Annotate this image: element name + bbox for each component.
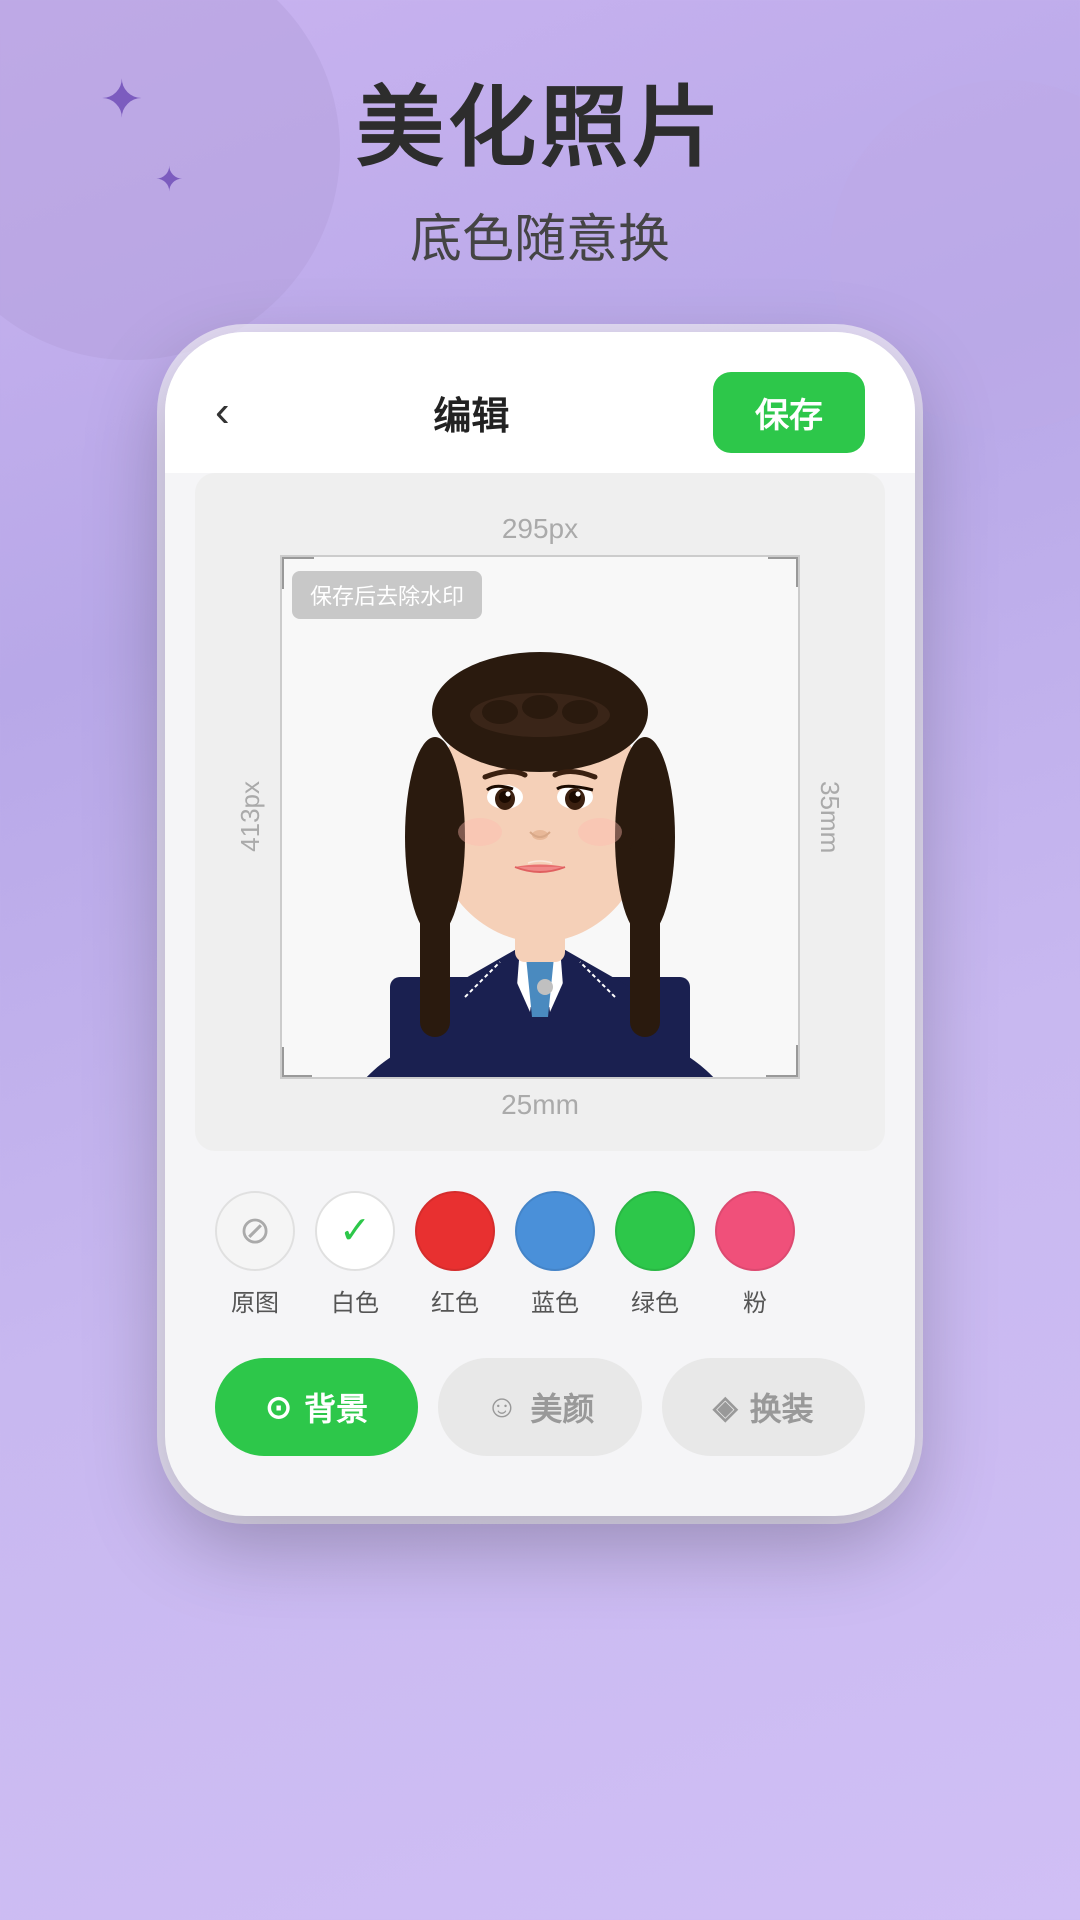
- tab-beauty[interactable]: ☺ 美颜: [438, 1358, 641, 1456]
- tab-background[interactable]: ⊙ 背景: [215, 1358, 418, 1456]
- app-title: 美化照片: [0, 80, 1080, 177]
- tab-label-outfit: 换装: [750, 1384, 814, 1430]
- color-item-blue[interactable]: 蓝色: [515, 1191, 595, 1318]
- color-item-original[interactable]: ⊘ 原图: [215, 1191, 295, 1318]
- dim-top: 295px: [235, 513, 845, 545]
- back-button[interactable]: ‹: [215, 387, 230, 437]
- color-label-red: 红色: [431, 1283, 479, 1318]
- page-title: 编辑: [433, 385, 509, 440]
- app-subtitle: 底色随意换: [0, 197, 1080, 272]
- color-circle-original: ⊘: [215, 1191, 295, 1271]
- tab-icon-background: ⊙: [265, 1388, 292, 1426]
- dim-left: 413px: [235, 781, 266, 852]
- color-item-green[interactable]: 绿色: [615, 1191, 695, 1318]
- color-selector: ⊘ 原图 ✓ 白色 红色 蓝色 绿色 粉: [165, 1151, 915, 1338]
- color-label-blue: 蓝色: [531, 1283, 579, 1318]
- color-circle-white: ✓: [315, 1191, 395, 1271]
- color-item-pink[interactable]: 粉: [715, 1191, 795, 1318]
- photo-frame: 保存后去除水印: [280, 555, 800, 1079]
- save-button[interactable]: 保存: [713, 372, 865, 453]
- color-item-red[interactable]: 红色: [415, 1191, 495, 1318]
- corner-bl: [282, 1047, 312, 1077]
- dim-right: 35mm: [814, 781, 845, 853]
- photo-frame-wrapper: 413px 保存后去除水印: [235, 555, 845, 1079]
- header: 美化照片 底色随意换: [0, 0, 1080, 272]
- tab-icon-outfit: ◈: [713, 1388, 738, 1426]
- photo-editor: 295px 413px 保存后去除水印: [195, 473, 885, 1151]
- dim-bottom: 25mm: [235, 1089, 845, 1121]
- color-circle-pink: [715, 1191, 795, 1271]
- watermark-badge: 保存后去除水印: [292, 571, 482, 619]
- color-label-green: 绿色: [631, 1283, 679, 1318]
- phone-body: ‹ 编辑 保存 295px 413px 保存后去除水印: [165, 332, 915, 1516]
- color-label-original: 原图: [231, 1283, 279, 1318]
- color-item-white[interactable]: ✓ 白色: [315, 1191, 395, 1318]
- color-circle-red: [415, 1191, 495, 1271]
- tab-label-beauty: 美颜: [530, 1384, 594, 1430]
- tab-outfit[interactable]: ◈ 换装: [662, 1358, 865, 1456]
- color-label-pink: 粉: [743, 1283, 767, 1318]
- phone-mockup: ‹ 编辑 保存 295px 413px 保存后去除水印: [0, 332, 1080, 1516]
- color-label-white: 白色: [331, 1283, 379, 1318]
- portrait-photo: [282, 557, 798, 1077]
- tab-label-background: 背景: [304, 1384, 368, 1430]
- color-circle-green: [615, 1191, 695, 1271]
- color-circle-blue: [515, 1191, 595, 1271]
- bottom-tabs: ⊙ 背景 ☺ 美颜 ◈ 换装: [165, 1338, 915, 1466]
- topbar: ‹ 编辑 保存: [165, 332, 915, 473]
- tab-icon-beauty: ☺: [486, 1388, 519, 1425]
- corner-tr: [768, 557, 798, 587]
